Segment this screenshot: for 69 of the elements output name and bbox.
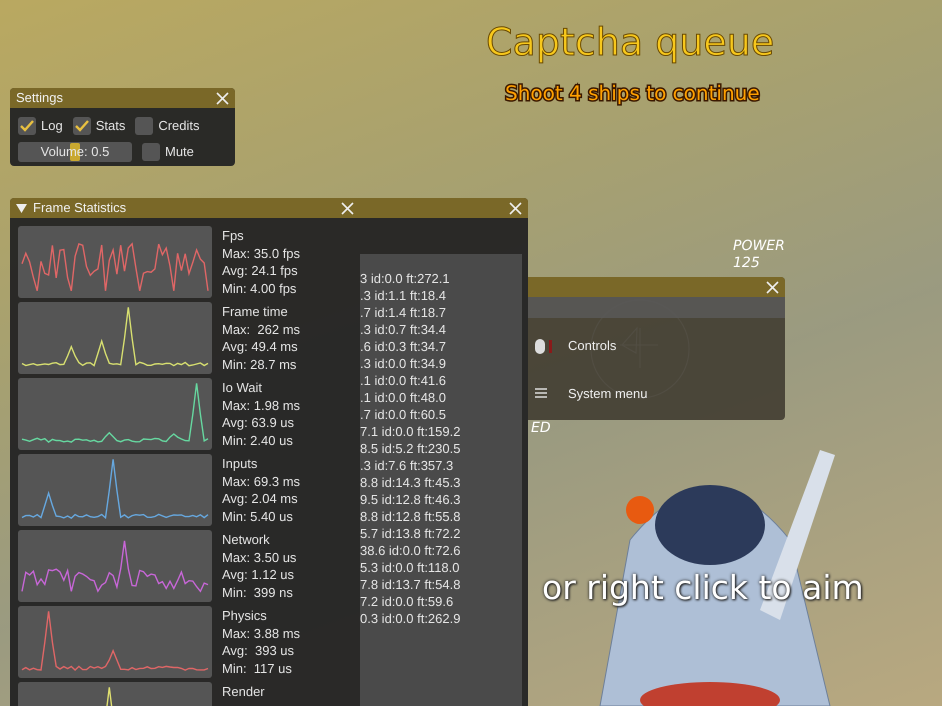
log-line: 8.8 id:14.3 ft:45.3	[360, 474, 462, 491]
graph-name: Io Wait	[222, 379, 263, 396]
graph-stat: Min: 5.40 us	[222, 508, 294, 525]
log-line: 7.8 id:13.7 ft:54.8	[360, 576, 462, 593]
log-line: 5.7 id:13.8 ft:72.2	[360, 525, 462, 542]
graph-stat: Min: 28.7 ms	[222, 356, 298, 373]
hud-subtitle: Shoot 4 ships to continue	[505, 82, 760, 104]
checkbox-label: Stats	[96, 117, 126, 135]
graph-stat: Max: 1.98 ms	[222, 396, 300, 414]
graph-name: Network	[222, 531, 271, 548]
menu-item[interactable]: System menu	[528, 384, 785, 403]
hud-title: Captcha queue	[486, 22, 774, 64]
close-button[interactable]	[216, 92, 229, 104]
log-line: .3 id:0.7 ft:34.4	[360, 321, 448, 338]
hud-text: ED	[531, 419, 551, 438]
power-label: POWER	[733, 238, 785, 255]
window-title: Frame Statistics	[33, 199, 126, 218]
power-value: 125	[733, 254, 761, 272]
graph-stat: Avg: 24.1 fps	[222, 262, 299, 280]
close-button[interactable]	[341, 202, 354, 214]
log-line: 38.6 id:0.0 ft:72.6	[360, 542, 462, 559]
checkbox[interactable]	[135, 116, 154, 135]
mouse-icon	[534, 336, 554, 355]
log-line: .3 id:0.0 ft:34.9	[360, 355, 448, 372]
menu-item[interactable]: Controls	[528, 336, 785, 356]
log-line: .3 id:1.1 ft:18.4	[360, 287, 448, 304]
graph-stat: Max: 3.50 us	[222, 548, 296, 566]
log-line: 8.8 id:12.8 ft:55.8	[360, 508, 462, 525]
graph-stat: Avg: 63.9 us	[222, 414, 296, 432]
log-line: 5.3 id:0.0 ft:118.0	[360, 559, 460, 576]
graph-stat: Max: 35.0 fps	[222, 244, 300, 262]
graph-stat: Min: 2.40 us	[222, 432, 294, 449]
checkbox[interactable]	[18, 116, 36, 135]
log-line: .3 id:7.6 ft:357.3	[360, 457, 454, 474]
window-title: Settings	[16, 89, 63, 108]
log-line: 3 id:0.0 ft:272.1	[360, 270, 451, 287]
checkbox-label: Mute	[165, 142, 194, 161]
graph-stat: Avg: 1.12 us	[222, 566, 296, 584]
log-line: 0.3 id:0.0 ft:262.9	[360, 610, 462, 627]
log-line: 7.2 id:0.0 ft:59.6	[360, 593, 454, 610]
close-button[interactable]	[766, 280, 779, 294]
log-line: .1 id:0.0 ft:48.0	[360, 389, 448, 406]
graph-name: Physics	[222, 607, 268, 624]
log-line: 8.5 id:5.2 ft:230.5	[360, 440, 462, 457]
log-line: 9.5 id:12.8 ft:46.3	[360, 491, 462, 508]
log-line: .7 id:1.4 ft:18.7	[360, 304, 448, 321]
log-line: .7 id:0.0 ft:60.5	[360, 406, 448, 423]
graph-stat: Avg: 49.4 ms	[222, 338, 299, 356]
graph-stat: Min: 117 us	[222, 660, 293, 677]
graph-stat: Avg: 2.04 ms	[222, 490, 299, 508]
graph-stat: Avg: 393 us	[222, 642, 296, 660]
checkbox[interactable]	[142, 142, 160, 160]
graph-stat: Min: 399 ns	[222, 584, 294, 601]
close-button[interactable]	[509, 202, 522, 214]
checkbox-label: Log	[41, 117, 63, 135]
log-line: .6 id:0.3 ft:34.7	[360, 338, 448, 355]
checkbox-label: Credits	[158, 117, 200, 135]
graph-name: Render	[222, 683, 265, 700]
log-line: 7.1 id:0.0 ft:159.2	[360, 423, 462, 440]
collapse-triangle-icon[interactable]	[16, 203, 27, 213]
graph-stat: Min: 4.00 fps	[222, 280, 298, 297]
graph-stat: Max: 262 ms	[222, 320, 300, 338]
graph-name: Frame time	[222, 303, 289, 320]
graph-stat: Max: 3.88 ms	[222, 624, 300, 642]
log-line: .1 id:0.0 ft:41.6	[360, 372, 448, 389]
graph-name: Fps	[222, 227, 245, 244]
graph-name: Inputs	[222, 455, 258, 472]
checkbox[interactable]	[72, 116, 91, 135]
graph-stat: Max: 69.3 ms	[222, 472, 300, 490]
